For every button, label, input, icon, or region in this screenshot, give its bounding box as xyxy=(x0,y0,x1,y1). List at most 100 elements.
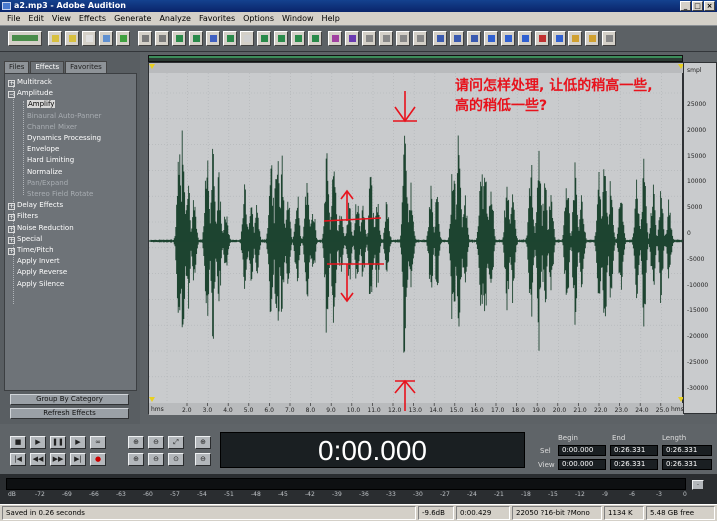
toolbar-button-2[interactable] xyxy=(48,31,62,46)
toolbar-button-23[interactable] xyxy=(413,31,427,46)
zoom-out-vert-button[interactable]: ⊖ xyxy=(195,453,211,466)
tree-item-hard-limiting[interactable]: Hard Limiting xyxy=(27,155,74,166)
toolbar-button-5[interactable] xyxy=(99,31,113,46)
toolbar-button-19[interactable] xyxy=(345,31,359,46)
tree-item-stereo-field-rotate[interactable]: Stereo Field Rotate xyxy=(27,189,93,200)
expand-icon[interactable]: + xyxy=(8,225,15,233)
tree-item-amplitude[interactable]: − Amplitude xyxy=(8,88,53,99)
play-button[interactable]: ▶ xyxy=(30,436,46,449)
loop-button[interactable]: ∞ xyxy=(90,436,106,449)
tree-item-binaural-auto-panner[interactable]: Binaural Auto-Panner xyxy=(27,111,101,122)
toolbar-button-28[interactable] xyxy=(501,31,515,46)
tree-item-pan-expand[interactable]: Pan/Expand xyxy=(27,178,68,189)
menu-analyze[interactable]: Analyze xyxy=(155,12,195,25)
rewind-button[interactable]: ◀◀ xyxy=(30,453,46,466)
toolbar-button-17[interactable] xyxy=(308,31,322,46)
toolbar-button-7[interactable] xyxy=(138,31,152,46)
toolbar-button-14[interactable] xyxy=(257,31,271,46)
menu-edit[interactable]: Edit xyxy=(24,12,48,25)
toolbar-button-11[interactable] xyxy=(206,31,220,46)
record-button[interactable]: ● xyxy=(90,453,106,466)
tree-item-noise-reduction[interactable]: + Noise Reduction xyxy=(8,223,74,234)
toolbar-button-18[interactable] xyxy=(328,31,342,46)
view-end-field[interactable]: 0:26.331 xyxy=(610,459,658,470)
tab-favorites[interactable]: Favorites xyxy=(65,61,107,73)
menu-effects[interactable]: Effects xyxy=(75,12,110,25)
tree-item-envelope[interactable]: Envelope xyxy=(27,144,59,155)
toolbar-button-4[interactable] xyxy=(82,31,96,46)
toolbar-button-31[interactable] xyxy=(552,31,566,46)
toolbar-button-10[interactable] xyxy=(189,31,203,46)
group-by-category-button[interactable]: Group By Category xyxy=(10,394,129,405)
zoom-out-horiz-button[interactable]: ⊖ xyxy=(148,436,164,449)
go-to-start-button[interactable]: |◀ xyxy=(10,453,26,466)
toolbar-button-22[interactable] xyxy=(396,31,410,46)
play-to-end-button[interactable]: ▶ xyxy=(70,436,86,449)
stop-button[interactable]: ■ xyxy=(10,436,26,449)
toolbar-button-34[interactable] xyxy=(602,31,616,46)
tree-item-normalize[interactable]: Normalize xyxy=(27,167,62,178)
menu-file[interactable]: File xyxy=(3,12,24,25)
tree-item-apply-invert[interactable]: Apply Invert xyxy=(17,256,60,267)
tree-item-amplify[interactable]: Amplify xyxy=(27,99,56,110)
toolbar-button-21[interactable] xyxy=(379,31,393,46)
tree-item-channel-mixer[interactable]: Channel Mixer xyxy=(27,122,77,133)
toolbar-button-9[interactable] xyxy=(172,31,186,46)
expand-icon[interactable]: + xyxy=(8,203,15,211)
menu-help[interactable]: Help xyxy=(318,12,344,25)
go-to-end-button[interactable]: ▶| xyxy=(70,453,86,466)
view-begin-field[interactable]: 0:00.000 xyxy=(558,459,606,470)
maximize-button[interactable]: □ xyxy=(692,1,703,11)
expand-icon[interactable]: + xyxy=(8,248,15,255)
toolbar-button-16[interactable] xyxy=(291,31,305,46)
zoom-to-left-button[interactable]: ⊕ xyxy=(128,453,144,466)
sel-length-field[interactable]: 0:26.331 xyxy=(662,445,712,456)
tab-effects[interactable]: Effects xyxy=(30,61,65,73)
toolbar-button-12[interactable] xyxy=(223,31,237,46)
tree-item-apply-silence[interactable]: Apply Silence xyxy=(17,279,64,290)
fast-forward-button[interactable]: ▶▶ xyxy=(50,453,66,466)
toolbar-button-8[interactable] xyxy=(155,31,169,46)
toolbar-button-29[interactable] xyxy=(518,31,532,46)
menu-generate[interactable]: Generate xyxy=(110,12,155,25)
tree-item-multitrack[interactable]: + Multitrack xyxy=(8,77,52,88)
expand-icon[interactable]: + xyxy=(8,236,15,244)
sel-begin-field[interactable]: 0:00.000 xyxy=(558,445,606,456)
zoom-in-horiz-button[interactable]: ⊕ xyxy=(128,436,144,449)
menu-options[interactable]: Options xyxy=(239,12,278,25)
tree-item-time-pitch[interactable]: + Time/Pitch xyxy=(8,245,54,256)
tree-item-special[interactable]: + Special xyxy=(8,234,42,245)
toolbar-button-13[interactable] xyxy=(240,31,254,46)
overview-bar[interactable] xyxy=(148,55,683,62)
view-length-field[interactable]: 0:26.331 xyxy=(662,459,712,470)
toolbar-button-30[interactable] xyxy=(535,31,549,46)
close-button[interactable]: × xyxy=(704,1,715,11)
zoom-full-button[interactable]: ⤢ xyxy=(168,436,184,449)
toolbar-button-3[interactable] xyxy=(65,31,79,46)
toolbar-button-32[interactable] xyxy=(568,31,582,46)
minimize-button[interactable]: _ xyxy=(680,1,691,11)
toolbar-button-25[interactable] xyxy=(450,31,464,46)
toolbar-button-33[interactable] xyxy=(585,31,599,46)
zoom-selection-button[interactable]: ⊙ xyxy=(168,453,184,466)
zoom-in-vert-button[interactable]: ⊕ xyxy=(195,436,211,449)
toolbar-button-1[interactable] xyxy=(8,31,42,46)
toolbar-button-15[interactable] xyxy=(274,31,288,46)
expand-icon[interactable]: + xyxy=(8,80,15,87)
menu-view[interactable]: View xyxy=(48,12,75,25)
toolbar-button-27[interactable] xyxy=(484,31,498,46)
refresh-effects-button[interactable]: Refresh Effects xyxy=(10,408,129,419)
toolbar-button-6[interactable] xyxy=(116,31,130,46)
collapse-icon[interactable]: − xyxy=(8,91,15,99)
tree-item-apply-reverse[interactable]: Apply Reverse xyxy=(17,267,67,278)
menu-favorites[interactable]: Favorites xyxy=(195,12,239,25)
tab-files[interactable]: Files xyxy=(4,61,30,73)
tree-item-delay-effects[interactable]: + Delay Effects xyxy=(8,200,63,211)
menu-window[interactable]: Window xyxy=(278,12,318,25)
zoom-to-right-button[interactable]: ⊖ xyxy=(148,453,164,466)
toolbar-button-26[interactable] xyxy=(467,31,481,46)
pause-button[interactable]: ❚❚ xyxy=(50,436,66,449)
toolbar-button-20[interactable] xyxy=(362,31,376,46)
meter-reset-button[interactable]: · xyxy=(692,480,704,490)
sel-end-field[interactable]: 0:26.331 xyxy=(610,445,658,456)
